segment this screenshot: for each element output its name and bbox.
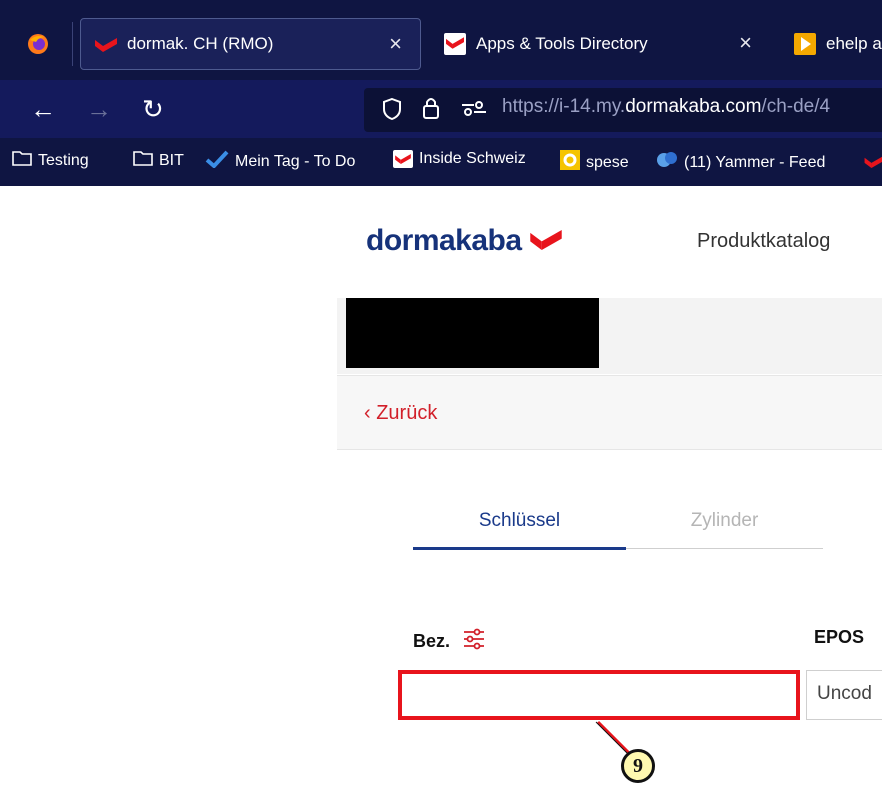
tab-label: Apps & Tools Directory <box>476 34 648 53</box>
dormakaba-icon[interactable] <box>864 155 882 173</box>
tab-label: dormak. CH (RMO) <box>127 34 274 53</box>
bookmark-spese[interactable]: spese <box>560 150 629 175</box>
tab-label: ehelp a <box>826 34 882 53</box>
dormakaba-icon <box>95 37 117 52</box>
tab-active-indicator <box>413 547 626 550</box>
bookmark-mein-tag[interactable]: Mein Tag - To Do <box>205 150 355 173</box>
permissions-icon[interactable] <box>462 100 486 121</box>
forward-arrow-icon[interactable]: → <box>86 96 112 122</box>
annotation-badge: 9 <box>621 749 655 783</box>
logo-mark-icon <box>528 224 564 258</box>
url-text[interactable]: https://i-14.my.dormakaba.com/ch-de/4 <box>502 96 830 118</box>
bookmark-yammer[interactable]: (11) Yammer - Feed <box>656 150 825 175</box>
yammer-icon <box>656 150 678 175</box>
close-tab-icon[interactable]: × <box>739 30 752 56</box>
bookmark-inside-schweiz[interactable]: Inside Schweiz <box>393 150 526 168</box>
tab-apps-tools[interactable]: Apps & Tools Directory × <box>440 18 780 70</box>
lock-icon[interactable] <box>422 96 440 125</box>
checkmark-icon <box>205 150 229 173</box>
dormakaba-logo[interactable]: dormakaba <box>366 224 564 258</box>
tab-dormak-ch[interactable]: dormak. CH (RMO) × <box>80 18 421 70</box>
column-header-bez: Bez. <box>413 627 486 656</box>
bookmark-testing[interactable]: Testing <box>12 150 89 171</box>
folder-icon <box>133 150 153 171</box>
epos-filter-input[interactable]: Uncod <box>806 670 882 720</box>
redacted-area <box>346 298 599 368</box>
dormakaba-icon <box>444 33 466 55</box>
folder-icon <box>12 150 32 171</box>
back-arrow-icon[interactable]: ← <box>30 96 56 122</box>
bookmark-bit[interactable]: BIT <box>133 150 184 171</box>
tab-ehelp[interactable]: ehelp a <box>790 18 882 70</box>
tab-zylinder[interactable]: Zylinder <box>626 510 823 532</box>
shield-icon[interactable] <box>382 97 402 125</box>
tab-schluessel[interactable]: Schlüssel <box>413 510 626 532</box>
play-icon <box>794 33 816 55</box>
firefox-icon[interactable] <box>26 32 50 56</box>
bez-filter-input[interactable] <box>398 670 800 720</box>
nav-produktkatalog[interactable]: Produktkatalog <box>697 230 830 253</box>
dormakaba-icon <box>393 150 413 168</box>
back-link[interactable]: ‹ Zurück <box>364 402 437 425</box>
close-tab-icon[interactable]: × <box>389 31 402 57</box>
reload-icon[interactable]: ↻ <box>142 96 164 122</box>
filter-sliders-icon[interactable] <box>462 627 486 656</box>
spese-icon <box>560 150 580 175</box>
column-header-epos: EPOS <box>814 627 865 647</box>
